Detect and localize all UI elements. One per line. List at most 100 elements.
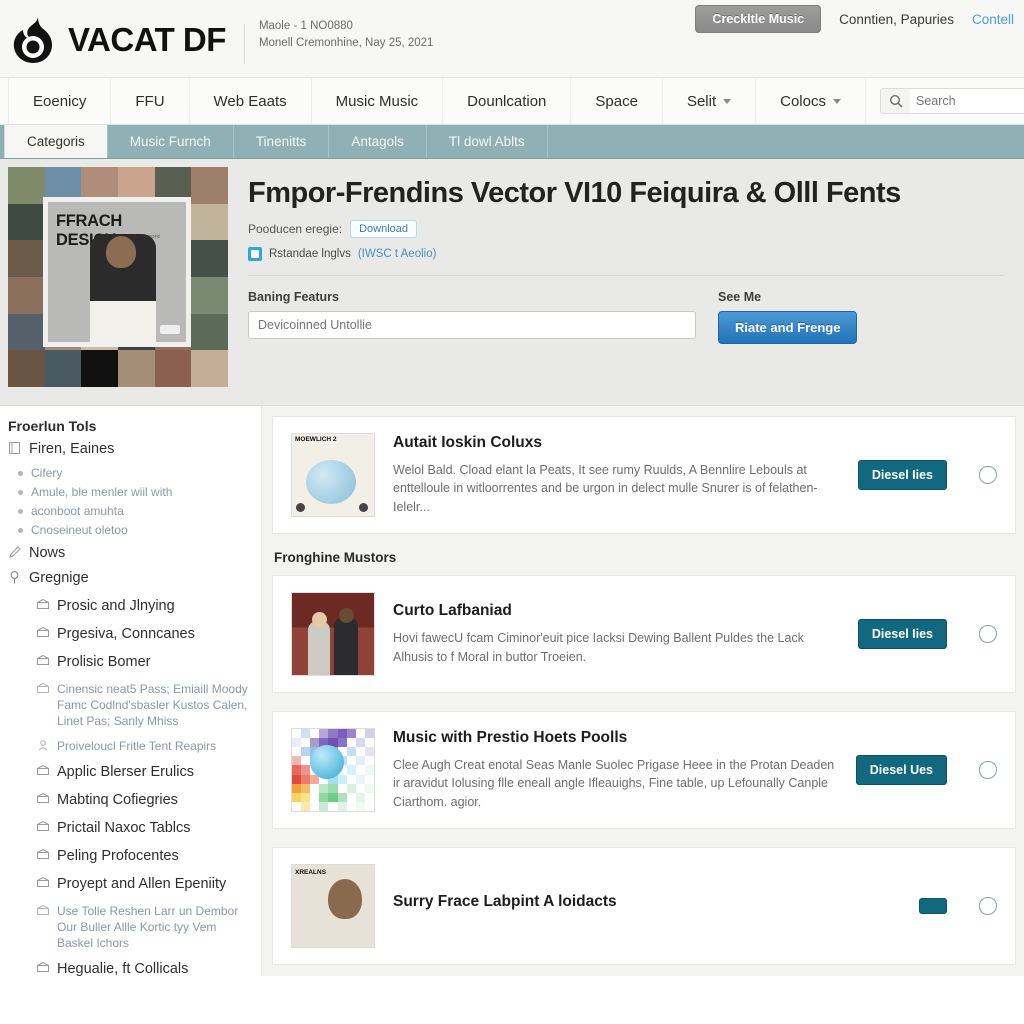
- bank-icon: [36, 960, 49, 972]
- flag-link[interactable]: (IWSC t Aeolio): [358, 248, 437, 260]
- person-icon: [36, 738, 49, 751]
- nav-item-0[interactable]: Eoenicy: [8, 78, 112, 124]
- creckltle-music-button[interactable]: Creckltle Music: [695, 5, 822, 33]
- bullet-icon: [18, 509, 23, 514]
- sidebar-item-label: Prosic and Jlnying: [57, 598, 175, 614]
- card-main: Music with Prestio Hoets Poolls Clee Aug…: [393, 729, 838, 812]
- bookmark-outline-icon[interactable]: [979, 625, 997, 643]
- sidebar-item-label: Proiveloucl Fritle Tent Reapirs: [57, 739, 217, 753]
- diesel-button[interactable]: [919, 898, 947, 914]
- hero-divider: [248, 275, 1004, 276]
- card-description: Hovi fawecU fcam Ciminor'euit pice Iacks…: [393, 631, 804, 664]
- hero-form: Baning Featurs See Me Riate and Frenge: [248, 290, 1004, 344]
- grid-thumbnail: [291, 728, 375, 812]
- tab-music-furnch[interactable]: Music Furnch: [106, 125, 234, 158]
- sidebar-item-prgesiva[interactable]: Prgesiva, Conncanes: [8, 625, 251, 644]
- bank-icon: [36, 819, 49, 831]
- bookmark-outline-icon[interactable]: [979, 761, 997, 779]
- bank-icon: [36, 791, 49, 803]
- sidebar-item-prolisic-bomer[interactable]: Prolisic Bomer: [8, 653, 251, 672]
- result-card-3[interactable]: XREALNS Surry Frace Labpint A loidacts: [272, 847, 1016, 965]
- flag-checkbox-icon[interactable]: [248, 247, 262, 261]
- flag-row: Rstandae lnglvs (IWSC t Aeolio): [248, 247, 1004, 261]
- people-thumbnail: [291, 592, 375, 676]
- sidebar-item-peling[interactable]: Peling Profocentes: [8, 847, 251, 866]
- search-box[interactable]: [879, 88, 1024, 114]
- sidebar-item-nows[interactable]: Nows: [8, 544, 251, 563]
- card-main: Surry Frace Labpint A loidacts: [393, 893, 901, 920]
- sidebar-item-label: Peling Profocentes: [57, 848, 179, 864]
- main-navigation: Eoenicy FFU Web Eaats Music Music Dounlc…: [0, 78, 1024, 125]
- sidebar-item-firen-eaines[interactable]: Firen, Eaines: [8, 440, 251, 459]
- tab-categoris[interactable]: Categoris: [4, 125, 108, 158]
- brand[interactable]: VACAT DF: [8, 10, 226, 66]
- thumbnail-tag: XREALNS: [295, 869, 327, 876]
- diesel-iies-button[interactable]: Diesel Iies: [857, 619, 947, 649]
- thumbnail-head-1: [312, 612, 327, 627]
- tab-antagols[interactable]: Antagols: [328, 125, 427, 158]
- bookmark-outline-icon[interactable]: [979, 466, 997, 484]
- search-input[interactable]: [909, 89, 1024, 113]
- card-main: Autait Ioskin Coluxs Welol Bald. Cload e…: [393, 434, 840, 517]
- header-right-group: Creckltle Music Conntien, Papuries Conte…: [695, 5, 1014, 33]
- rate-and-frenge-button[interactable]: Riate and Frenge: [718, 311, 858, 344]
- bookmark-outline-icon[interactable]: [979, 897, 997, 915]
- account-link[interactable]: Contell: [972, 12, 1014, 27]
- sidebar-item-hegualie[interactable]: Hegualie, ft Collicals: [8, 960, 251, 976]
- card-title: Music with Prestio Hoets Poolls: [393, 728, 628, 746]
- sidebar-subitem-cifery[interactable]: Cifery: [8, 465, 251, 481]
- sidebar-item-prictail[interactable]: Prictail Naxoc Tablcs: [8, 819, 251, 838]
- sidebar-item-label: Proyept and Allen Epeniity: [57, 876, 227, 892]
- sidebar-subitem-cnoseineut[interactable]: Cnoseineut oletoo: [8, 522, 251, 538]
- sidebar-item-label: Use Tolle Reshen Larr un Dembor Our Bull…: [57, 904, 239, 950]
- sidebar-item-label: Prictail Naxoc Tablcs: [57, 820, 191, 836]
- sidebar: Froerlun Tols Firen, Eaines Cifery Amule…: [0, 406, 262, 976]
- sidebar-subitem-aconboot[interactable]: aconboot amuhta: [8, 503, 251, 519]
- thumbnail-person-1: [308, 621, 330, 675]
- nav-item-6[interactable]: Selit: [663, 78, 757, 124]
- thumbnail-bubble: [310, 745, 344, 779]
- nav-item-7[interactable]: Colocs: [756, 78, 866, 124]
- sidebar-item-cinensic[interactable]: Cinensic neat5 Pass; Emiaill Moody Famc …: [8, 681, 251, 729]
- thumbnail-art: [292, 593, 374, 675]
- sidebar-item-proiveloucl[interactable]: Proiveloucl Fritle Tent Reapirs: [8, 738, 251, 754]
- nav-item-4[interactable]: Dounlcation: [443, 78, 572, 124]
- album-mosaic-thumbnail[interactable]: FFRACH DESICY MELLIS CARICM FILMTOFE: [8, 167, 228, 387]
- sidebar-item-applic-blerser[interactable]: Applic Blerser Erulics: [8, 763, 251, 782]
- nav-item-2[interactable]: Web Eaats: [190, 78, 312, 124]
- result-card-1[interactable]: Curto Lafbaniad Hovi fawecU fcam Ciminor…: [272, 575, 1016, 693]
- sidebar-item-label: Hegualie, ft Collicals: [57, 961, 189, 976]
- thumbnail-tag: MOEWLICH 2: [295, 436, 337, 443]
- sidebar-item-gregnige[interactable]: Gregnige: [8, 569, 251, 588]
- pencil-icon: [8, 544, 21, 558]
- sidebar-item-use-tolle[interactable]: Use Tolle Reshen Larr un Dembor Our Bull…: [8, 903, 251, 951]
- bank-icon: [36, 875, 49, 887]
- nav-item-1[interactable]: FFU: [111, 78, 190, 124]
- tab-tinenitts[interactable]: Tinenitts: [232, 125, 330, 158]
- sidebar-subitem-amule[interactable]: Amule, ble menler wiil with: [8, 484, 251, 500]
- sidebar-item-label: Prolisic Bomer: [57, 654, 151, 670]
- pin-icon: [8, 569, 21, 584]
- result-card-2[interactable]: Music with Prestio Hoets Poolls Clee Aug…: [272, 711, 1016, 829]
- sidebar-item-label: Nows: [29, 545, 66, 561]
- top-header: VACAT DF Maole - 1 NO0880 Monell Cremonh…: [0, 0, 1024, 78]
- result-card-0[interactable]: MOEWLICH 2 Autait Ioskin Coluxs Welol Ba…: [272, 416, 1016, 534]
- download-chip[interactable]: Download: [350, 220, 417, 238]
- diesel-ues-button[interactable]: Diesel Ues: [855, 755, 947, 785]
- action-label: See Me: [718, 290, 762, 304]
- account-text: Conntien, Papuries: [839, 11, 954, 27]
- baning-featurs-input[interactable]: [248, 311, 696, 339]
- sidebar-item-mabtinq[interactable]: Mabtinq Cofiegries: [8, 791, 251, 810]
- thumbnail-head-2: [339, 608, 354, 623]
- diesel-iies-button[interactable]: Diesel Iies: [857, 460, 947, 490]
- header-divider: [243, 23, 245, 64]
- field-label: Baning Featurs: [248, 290, 339, 304]
- thumbnail-art: [292, 865, 374, 947]
- nav-item-3[interactable]: Music Music: [312, 78, 444, 124]
- sidebar-item-proyept[interactable]: Proyept and Allen Epeniity: [8, 875, 251, 894]
- tab-tldowl-ablts[interactable]: Tl dowl Ablts: [425, 125, 548, 158]
- field-column: Baning Featurs: [248, 290, 696, 339]
- sidebar-item-prosic[interactable]: Prosic and Jlnying: [8, 597, 251, 616]
- content-area: MOEWLICH 2 Autait Ioskin Coluxs Welol Ba…: [262, 406, 1024, 976]
- nav-item-5[interactable]: Space: [571, 78, 663, 124]
